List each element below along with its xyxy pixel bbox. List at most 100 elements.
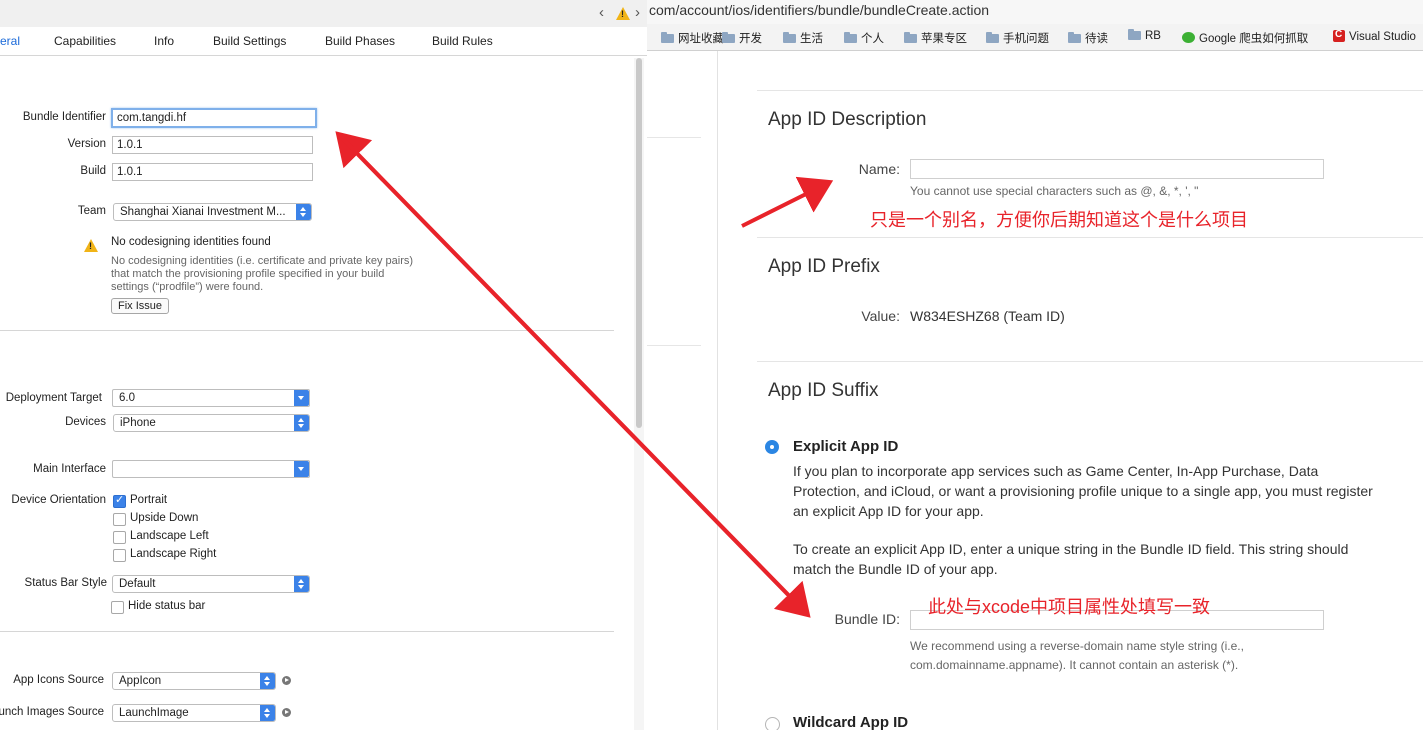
device-orientation-label: Device Orientation	[11, 494, 106, 506]
popup-stepper-icon	[260, 705, 275, 721]
hide-status-bar-checkbox[interactable]	[111, 601, 124, 614]
portrait-label: Portrait	[130, 494, 168, 506]
bookmark-item[interactable]: 待读	[1068, 30, 1108, 46]
combo-arrow-icon	[294, 390, 309, 406]
team-value: Shanghai Xianai Investment M...	[120, 206, 286, 218]
name-label: Name:	[858, 161, 900, 177]
go-arrow-icon[interactable]	[282, 708, 291, 717]
devices-label: Devices	[65, 416, 106, 428]
warning-icon[interactable]	[616, 7, 630, 20]
landscape-left-checkbox[interactable]	[113, 531, 126, 544]
tab-info[interactable]: Info	[154, 34, 174, 48]
folder-icon	[1068, 32, 1081, 43]
folder-icon	[722, 32, 735, 43]
xcode-scrollbar[interactable]	[634, 58, 644, 730]
xcode-toolbar: ‹ ›	[0, 0, 647, 28]
sidebar-divider	[647, 345, 701, 346]
codesign-warning-detail: No codesigning identities (i.e. certific…	[111, 255, 414, 293]
bookmark-item[interactable]: 手机问题	[986, 30, 1049, 46]
launch-images-source-value: LaunchImage	[119, 707, 189, 719]
section-divider	[0, 330, 614, 331]
url-text[interactable]: com/account/ios/identifiers/bundle/bundl…	[649, 2, 989, 18]
bookmark-item[interactable]: 开发	[722, 30, 762, 46]
deployment-target-combo[interactable]: 6.0	[112, 389, 310, 407]
scrollbar-thumb[interactable]	[636, 58, 642, 428]
explicit-app-id-radio[interactable]	[765, 440, 779, 454]
wildcard-app-id-radio[interactable]	[765, 717, 780, 730]
address-bar[interactable]: com/account/ios/identifiers/bundle/bundl…	[647, 0, 1423, 24]
deployment-target-label: Deployment Target	[5, 392, 102, 404]
main-interface-combo[interactable]	[112, 460, 310, 478]
bookmark-item[interactable]: Visual Studio	[1333, 29, 1416, 43]
upside-down-checkbox[interactable]	[113, 513, 126, 526]
portrait-checkbox[interactable]	[113, 493, 126, 508]
build-field[interactable]: 1.0.1	[112, 163, 313, 181]
popup-stepper-icon	[294, 415, 309, 431]
explicit-app-id-instructions: To create an explicit App ID, enter a un…	[793, 541, 1349, 577]
launch-images-source-popup[interactable]: LaunchImage	[112, 704, 276, 722]
app-icons-source-value: AppIcon	[119, 675, 162, 687]
status-bar-style-popup[interactable]: Default	[112, 575, 310, 593]
go-arrow-icon[interactable]	[282, 676, 291, 685]
app-id-suffix-title: App ID Suffix	[768, 380, 879, 401]
name-input[interactable]	[910, 159, 1324, 179]
fix-issue-button[interactable]: Fix Issue	[111, 298, 170, 314]
bookmark-item[interactable]: Google 爬虫如何抓取	[1182, 30, 1308, 46]
popup-stepper-icon	[294, 576, 309, 592]
status-bar-style-label: Status Bar Style	[24, 577, 107, 589]
combo-arrow-icon	[294, 461, 309, 477]
team-id-value: W834ESHZ68 (Team ID)	[910, 308, 1065, 324]
forward-chevron-icon[interactable]: ›	[635, 4, 640, 21]
landscape-right-label: Landscape Right	[130, 548, 217, 560]
wildcard-app-id-label[interactable]: Wildcard App ID	[793, 714, 908, 730]
xcode-general-pane: ‹ › eral Capabilities Info Build Setting…	[0, 0, 648, 730]
tab-general[interactable]: eral	[0, 34, 20, 48]
app-id-description-title: App ID Description	[768, 109, 927, 130]
xcode-tab-bar: eral Capabilities Info Build Settings Bu…	[0, 27, 647, 56]
folder-icon	[661, 32, 674, 43]
app-id-prefix-title: App ID Prefix	[768, 256, 880, 277]
bookmark-item[interactable]: 个人	[844, 30, 884, 46]
landscape-right-checkbox[interactable]	[113, 549, 126, 562]
tab-build-settings[interactable]: Build Settings	[213, 34, 286, 48]
tab-build-rules[interactable]: Build Rules	[432, 34, 493, 48]
bookmark-item[interactable]: RB	[1128, 29, 1161, 42]
tab-capabilities[interactable]: Capabilities	[54, 34, 116, 48]
name-annotation: 只是一个别名，方便你后期知道这个是什么项目	[870, 210, 1248, 230]
devices-value: iPhone	[120, 417, 156, 429]
version-label: Version	[67, 138, 106, 150]
main-interface-label: Main Interface	[33, 463, 106, 475]
explicit-app-id-description: If you plan to incorporate app services …	[793, 463, 1373, 519]
prefix-value-label: Value:	[861, 308, 900, 324]
hide-status-bar-label: Hide status bar	[128, 600, 206, 612]
back-chevron-icon[interactable]: ‹	[599, 4, 604, 21]
bundle-id-hint: We recommend using a reverse-domain name…	[910, 639, 1244, 672]
bundle-id-label: Bundle ID:	[834, 611, 900, 627]
bookmark-item[interactable]: 网址收藏	[661, 30, 724, 46]
devices-popup[interactable]: iPhone	[113, 414, 310, 432]
section-divider	[757, 237, 1423, 238]
explicit-app-id-label[interactable]: Explicit App ID	[793, 438, 898, 455]
developer-portal-browser: com/account/ios/identifiers/bundle/bundl…	[647, 0, 1423, 730]
section-divider	[757, 90, 1423, 91]
sidebar-divider	[647, 137, 701, 138]
bookmark-item[interactable]: 生活	[783, 30, 823, 46]
app-icons-source-label: App Icons Source	[13, 674, 104, 686]
bundle-id-annotation: 此处与xcode中项目属性处填写一致	[928, 597, 1211, 617]
wechat-icon	[1182, 32, 1195, 43]
version-field[interactable]: 1.0.1	[112, 136, 313, 154]
team-popup[interactable]: Shanghai Xianai Investment M...	[113, 203, 312, 221]
bundle-identifier-label: Bundle Identifier	[22, 111, 106, 123]
team-label: Team	[77, 205, 106, 217]
tab-build-phases[interactable]: Build Phases	[325, 34, 395, 48]
folder-icon	[783, 32, 796, 43]
build-label: Build	[80, 165, 106, 177]
bookmark-item[interactable]: 苹果专区	[904, 30, 967, 46]
app-icons-source-popup[interactable]: AppIcon	[112, 672, 276, 690]
section-divider	[757, 361, 1423, 362]
status-bar-style-value: Default	[119, 578, 156, 590]
bundle-identifier-field[interactable]: com.tangdi.hf	[111, 108, 317, 128]
codesign-warning-title: No codesigning identities found	[111, 236, 271, 248]
left-sidebar-column	[647, 51, 718, 730]
deployment-target-value: 6.0	[119, 392, 135, 404]
